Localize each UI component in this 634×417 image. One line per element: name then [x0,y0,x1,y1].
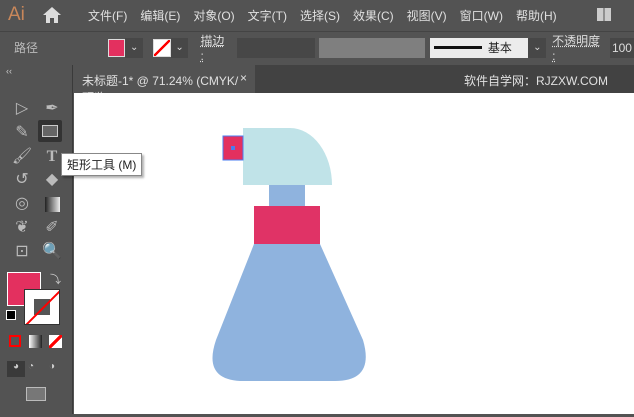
gradient-mode-icon[interactable] [29,335,42,348]
puppet-warp-tool-icon[interactable]: ◎ [10,193,34,215]
toolbar: ‹‹ ▷ ✒ ✎ 🖌 T ↺ ◆ ◎ ❦ ✐ ⊡ 🔍 ⤵ ◕ ◔ ◑ [0,65,73,414]
selection-type-label: 路径 [14,41,39,55]
draw-normal-icon[interactable]: ◕ [7,361,25,377]
brush-dropdown[interactable]: 基本 [429,37,529,58]
menu-bar: Ai 文件(F) 编辑(E) 对象(O) 文字(T) 选择(S) 效果(C) 视… [0,0,634,30]
stroke-dropdown[interactable]: ⌄ [170,37,189,58]
none-mode-icon[interactable] [49,335,62,348]
brush-dropdown-arrow[interactable]: ⌄ [528,37,547,58]
artboard-tool-icon[interactable]: ⊡ [10,241,34,263]
menu-type[interactable]: 文字(T) [248,7,287,24]
paintbrush-tool-icon[interactable]: 🖌 [10,146,34,168]
bottle-body [212,244,366,381]
bottle-neck [269,185,305,207]
gradient-tool-icon[interactable] [40,193,64,215]
menu-file[interactable]: 文件(F) [88,7,127,24]
stroke-label: 描边 : [200,34,225,63]
tab-close-button[interactable]: × [240,71,247,85]
center-point-handle [231,146,235,150]
home-icon[interactable] [42,6,62,24]
menu-window[interactable]: 窗口(W) [460,7,503,24]
menu-help[interactable]: 帮助(H) [516,7,557,24]
document-tabs: 未标题-1* @ 71.24% (CMYK/预览) × 软件自学网：RJZXW.… [74,65,634,105]
pen-tool-icon[interactable]: ✒ [40,98,64,120]
variable-width-dropdown[interactable] [319,37,425,58]
curvature-tool-icon[interactable]: ✎ [10,122,34,144]
screen-mode-icon[interactable] [26,387,46,401]
color-mode-icon[interactable] [9,335,21,347]
brush-label: 基本 [487,41,512,55]
artboard-canvas[interactable] [74,93,634,414]
menu-select[interactable]: 选择(S) [300,7,340,24]
control-bar: 路径 ⌄ ⌄ 描边 : 基本 ⌄ 不透明度 : 100 [0,31,634,63]
menu-view[interactable]: 视图(V) [407,7,447,24]
default-colors-icon[interactable] [6,310,16,320]
direct-selection-tool-icon[interactable]: ▷ [10,98,34,120]
rectangle-tool-icon[interactable] [38,120,62,142]
app-logo: Ai [8,4,25,25]
stroke-weight-input[interactable] [236,37,316,58]
stroke-color-swatch[interactable] [24,289,60,325]
draw-inside-icon[interactable]: ◑ [49,361,55,372]
menu-object[interactable]: 对象(O) [193,7,234,24]
bottle-collar [254,206,320,244]
stroke-swatch[interactable] [153,38,171,57]
symbol-sprayer-tool-icon[interactable]: ❦ [10,217,34,239]
opacity-input[interactable]: 100 [609,37,634,58]
workspace-switcher-icon[interactable] [597,8,611,21]
swap-colors-icon[interactable]: ⤵ [50,271,61,287]
sprayer-head [243,128,332,185]
draw-behind-icon[interactable]: ◔ [28,361,34,372]
fill-dropdown[interactable]: ⌄ [125,37,144,58]
collapse-icon[interactable]: ‹‹ [6,66,12,76]
spray-bottle-artwork [212,128,366,381]
zoom-tool-icon[interactable]: 🔍 [40,241,64,263]
watermark: 软件自学网：RJZXW.COM [464,74,608,88]
tab-document[interactable]: 未标题-1* @ 71.24% (CMYK/预览) × [74,65,255,105]
menu-edit[interactable]: 编辑(E) [140,7,180,24]
fill-swatch[interactable] [107,38,126,57]
rotate-tool-icon[interactable]: ↺ [10,169,34,191]
tooltip: 矩形工具 (M) [61,153,143,176]
opacity-label: 不透明度 : [552,34,601,63]
main-menu: 文件(F) 编辑(E) 对象(O) 文字(T) 选择(S) 效果(C) 视图(V… [88,7,570,24]
menu-effect[interactable]: 效果(C) [353,7,394,24]
eyedropper-tool-icon[interactable]: ✐ [40,217,64,239]
